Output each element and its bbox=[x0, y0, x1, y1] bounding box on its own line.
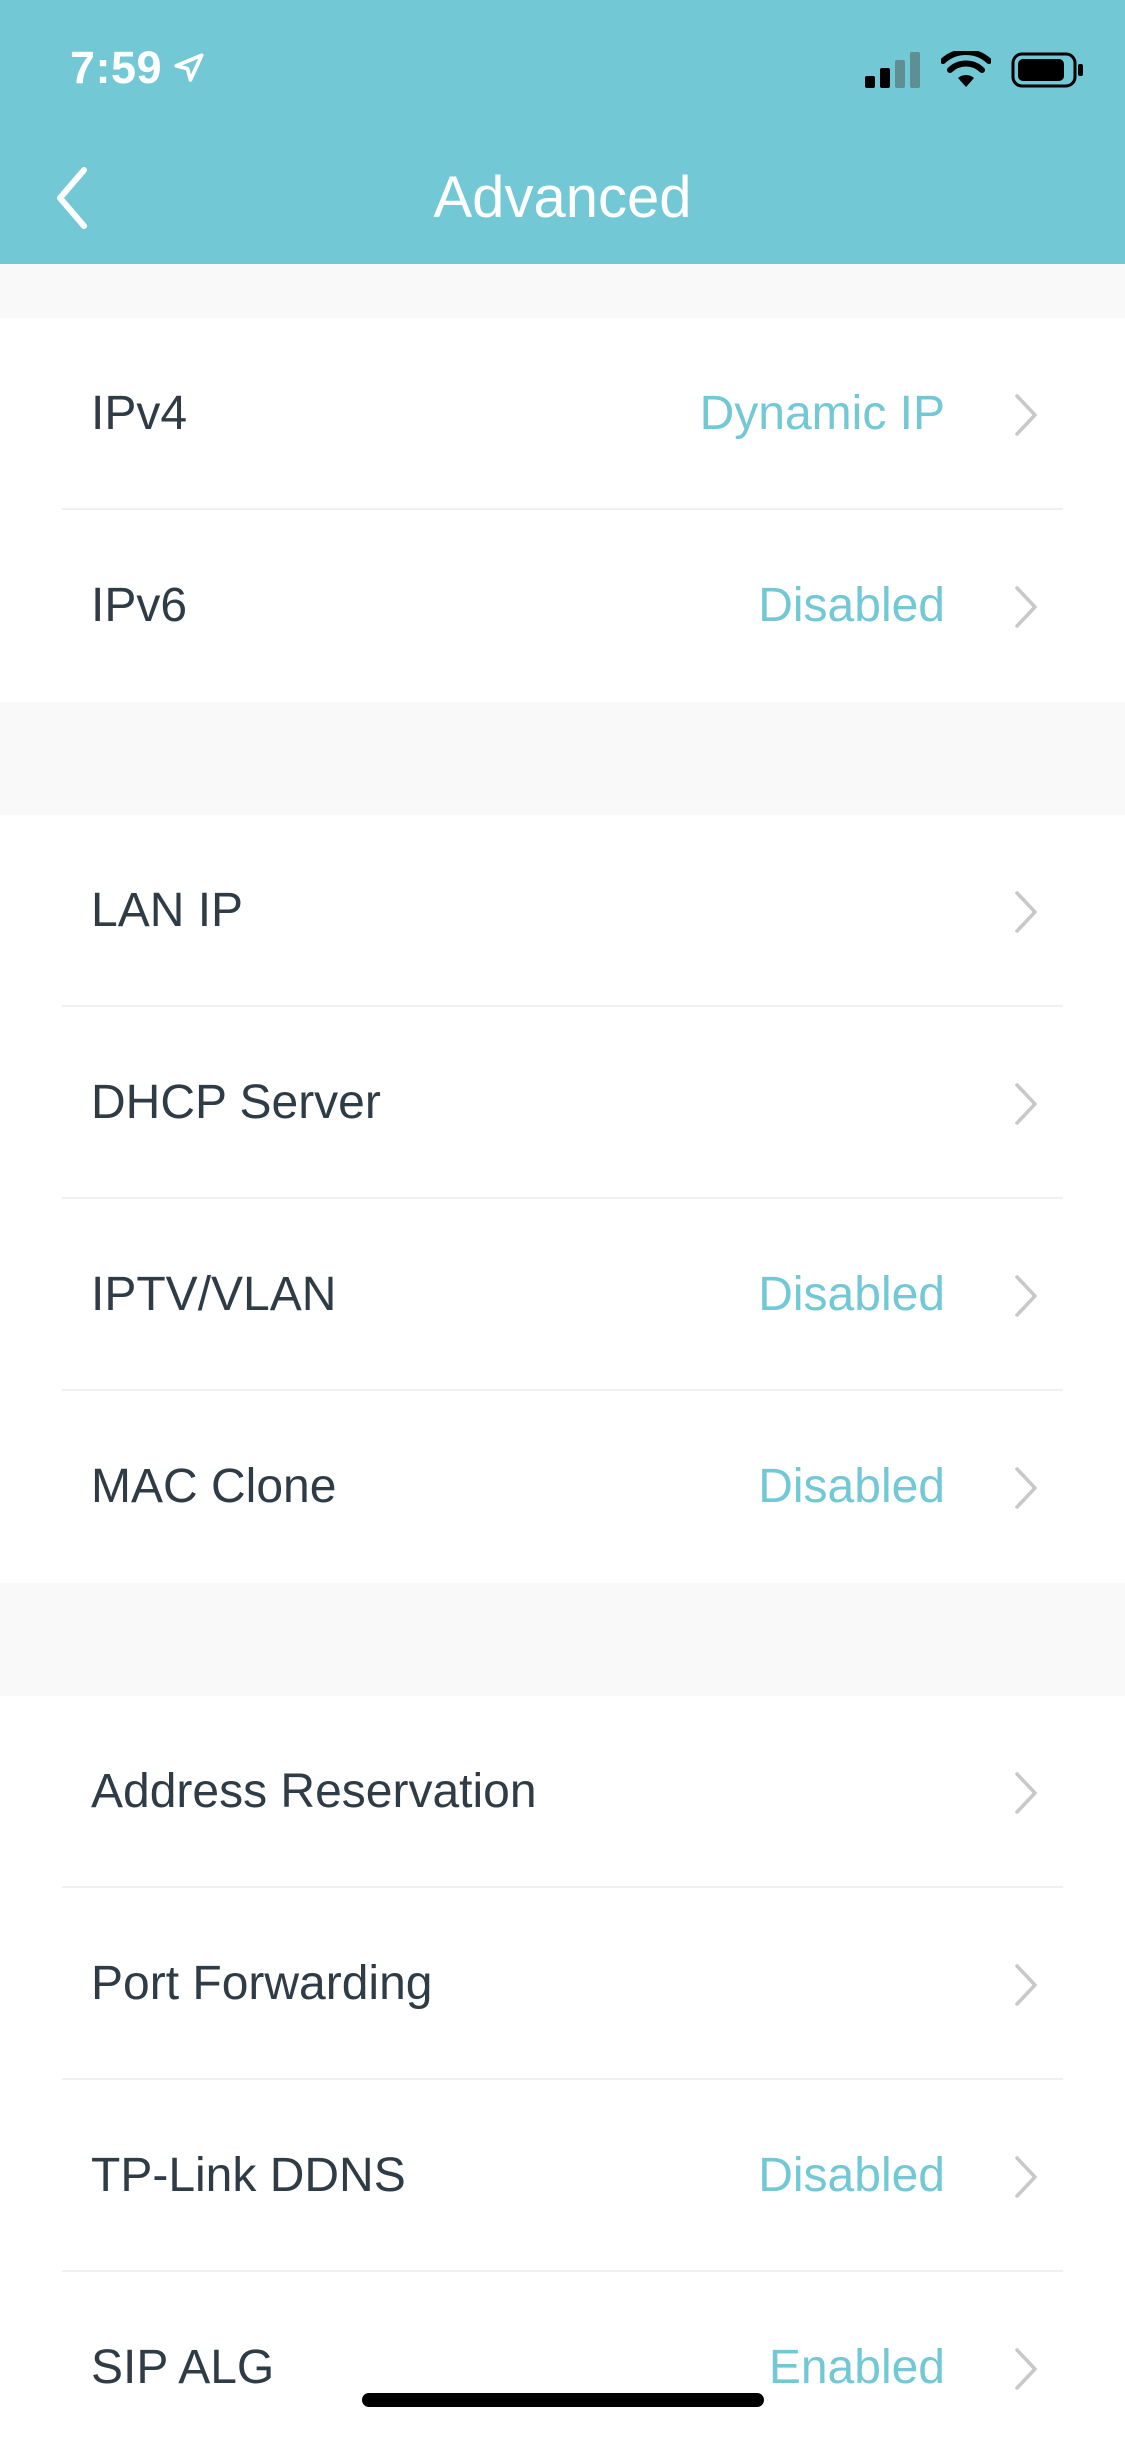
row-label: Port Forwarding bbox=[91, 1957, 433, 2010]
chevron-right-icon bbox=[1015, 1275, 1037, 1317]
status-icons bbox=[865, 48, 1085, 92]
header: 7:59 Advanced bbox=[0, 0, 1125, 264]
list-item-lan-ip[interactable]: LAN IP bbox=[0, 815, 1125, 1007]
list-item-ipv6[interactable]: IPv6 Disabled bbox=[0, 510, 1125, 702]
list-item-sip-alg[interactable]: SIP ALG Enabled bbox=[0, 2272, 1125, 2464]
chevron-right-icon bbox=[1015, 1083, 1037, 1125]
wifi-icon bbox=[941, 51, 991, 87]
row-label: TP-Link DDNS bbox=[91, 2149, 406, 2202]
settings-group-nat: Address Reservation Port Forwarding TP-L… bbox=[0, 1696, 1125, 2464]
chevron-right-icon bbox=[1015, 2156, 1037, 2198]
row-value: Dynamic IP bbox=[699, 387, 945, 440]
row-value: Disabled bbox=[758, 1460, 945, 1513]
row-value: Disabled bbox=[758, 579, 945, 632]
list-item-mac-clone[interactable]: MAC Clone Disabled bbox=[0, 1391, 1125, 1583]
list-item-iptv-vlan[interactable]: IPTV/VLAN Disabled bbox=[0, 1199, 1125, 1391]
row-label: IPv6 bbox=[91, 579, 188, 632]
settings-group-wan: IPv4 Dynamic IP IPv6 Disabled bbox=[0, 318, 1125, 702]
list-item-tp-link-ddns[interactable]: TP-Link DDNS Disabled bbox=[0, 2080, 1125, 2272]
chevron-right-icon bbox=[1015, 2348, 1037, 2390]
nav-bar: Advanced bbox=[0, 140, 1125, 260]
row-label: SIP ALG bbox=[91, 2341, 275, 2394]
row-label: LAN IP bbox=[91, 884, 244, 937]
list-item-port-forwarding[interactable]: Port Forwarding bbox=[0, 1888, 1125, 2080]
row-value: Disabled bbox=[758, 1268, 945, 1321]
row-value: Enabled bbox=[768, 2341, 945, 2394]
location-arrow-icon bbox=[174, 53, 204, 82]
chevron-right-icon bbox=[1015, 1772, 1037, 1814]
chevron-right-icon bbox=[1015, 586, 1037, 628]
battery-icon bbox=[1011, 52, 1083, 88]
chevron-right-icon bbox=[1015, 1964, 1037, 2006]
row-label: Address Reservation bbox=[91, 1765, 537, 1818]
page-title: Advanced bbox=[433, 165, 692, 230]
chevron-right-icon bbox=[1015, 1467, 1037, 1509]
row-label: MAC Clone bbox=[91, 1460, 337, 1513]
row-value: Disabled bbox=[758, 2149, 945, 2202]
row-label: IPTV/VLAN bbox=[91, 1268, 337, 1321]
settings-group-lan: LAN IP DHCP Server IPTV/VLAN Disabled MA… bbox=[0, 815, 1125, 1583]
chevron-right-icon bbox=[1015, 394, 1037, 436]
chevron-right-icon bbox=[1015, 891, 1037, 933]
row-label: DHCP Server bbox=[91, 1076, 381, 1129]
home-indicator[interactable] bbox=[362, 2393, 764, 2407]
list-item-address-reservation[interactable]: Address Reservation bbox=[0, 1696, 1125, 1888]
cellular-signal-icon bbox=[865, 52, 920, 88]
status-time-text: 7:59 bbox=[70, 42, 163, 93]
list-item-ipv4[interactable]: IPv4 Dynamic IP bbox=[0, 318, 1125, 510]
list-item-dhcp-server[interactable]: DHCP Server bbox=[0, 1007, 1125, 1199]
status-bar-time: 7:59 bbox=[70, 40, 206, 96]
row-label: IPv4 bbox=[91, 387, 188, 440]
